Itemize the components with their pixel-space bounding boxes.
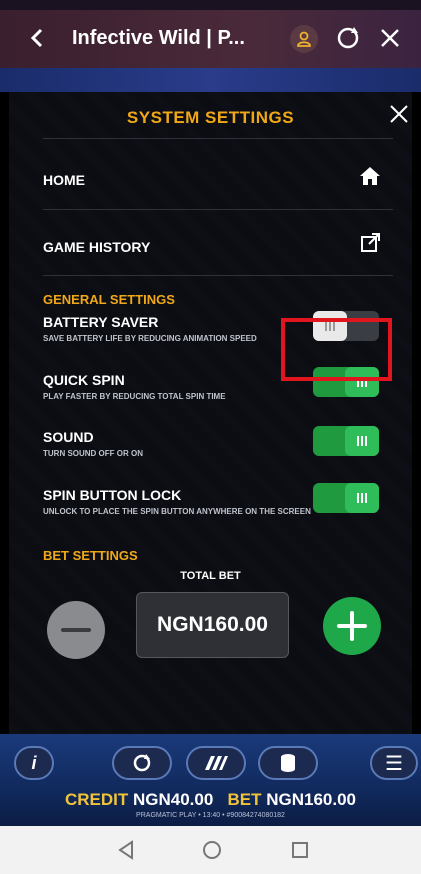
decrease-bet-button[interactable] [47,601,105,659]
spin-button-lock-toggle[interactable] [313,483,379,513]
total-bet-label: TOTAL BET [180,570,241,582]
square-recents-icon [292,842,308,858]
system-settings-panel: SYSTEM SETTINGS HOME GAME HISTORY GENERA… [9,92,412,734]
game-bottom-bar: i ☰ CREDIT NGN40.00 BET NGN160.00 PRAGMA… [0,734,421,826]
external-link-icon[interactable] [360,232,384,256]
turbo-button[interactable] [186,746,246,780]
circle-home-icon [203,841,221,859]
quick-spin-description: PLAY FASTER BY REDUCING TOTAL SPIN TIME [43,392,226,401]
turbo-icon [205,756,228,770]
bet-label: BET [227,790,262,809]
bet-value: NGN160.00 [266,790,357,809]
menu-button[interactable]: ☰ [370,746,418,780]
info-icon: i [31,752,37,773]
user-icon [297,31,311,47]
nav-recents-button[interactable] [288,838,312,862]
autoplay-button[interactable] [112,746,172,780]
provider-footer: PRAGMATIC PLAY • 13:40 • #90084274080182 [136,812,285,819]
divider [43,275,393,276]
battery-saver-label: BATTERY SAVER [43,314,159,330]
info-button[interactable]: i [14,746,54,780]
credit-value: NGN40.00 [133,790,214,809]
menu-icon: ☰ [385,752,403,775]
divider [43,138,393,139]
total-bet-value: NGN160.00 [136,592,289,658]
sound-label: SOUND [43,429,94,445]
refresh-icon [337,27,359,49]
sound-toggle[interactable] [313,426,379,456]
back-button[interactable] [24,24,52,52]
sound-description: TURN SOUND OFF OR ON [43,449,143,458]
toggle-knob [345,426,379,456]
nav-home-button[interactable] [200,838,224,862]
divider [43,209,393,210]
sound-highlight-box [281,318,392,381]
autoplay-icon [133,754,151,772]
browser-header: Infective Wild | P... [0,10,421,68]
battery-saver-description: SAVE BATTERY LIFE BY REDUCING ANIMATION … [43,334,257,343]
page-title: Infective Wild | P... [72,27,245,49]
close-browser-button[interactable] [376,24,404,52]
general-settings-heading: GENERAL SETTINGS [43,292,175,307]
quick-spin-label: QUICK SPIN [43,372,125,388]
android-nav-bar [0,826,421,874]
close-settings-button[interactable] [387,102,411,126]
spin-button-lock-description: UNLOCK TO PLACE THE SPIN BUTTON ANYWHERE… [43,507,311,516]
reload-button[interactable] [334,24,362,52]
close-icon [390,105,408,123]
close-icon [381,29,399,47]
nav-back-button[interactable] [114,838,138,862]
home-item[interactable]: HOME [43,172,85,188]
game-background-strip [0,68,421,92]
game-history-item[interactable]: GAME HISTORY [43,239,150,255]
chevron-left-icon [30,28,43,48]
increase-bet-button[interactable] [323,597,381,655]
credit-label: CREDIT [64,790,129,809]
credit-bet-readout: CREDIT NGN40.00 BET NGN160.00 [0,790,421,810]
bet-settings-heading: BET SETTINGS [43,548,138,563]
coins-icon [281,754,295,772]
status-bar [0,0,421,10]
home-icon[interactable] [358,164,382,188]
triangle-back-icon [118,840,133,860]
spin-button-lock-label: SPIN BUTTON LOCK [43,487,182,503]
panel-title: SYSTEM SETTINGS [126,108,295,127]
toggle-knob [345,483,379,513]
account-button[interactable] [290,25,318,53]
bet-stack-button[interactable] [258,746,318,780]
